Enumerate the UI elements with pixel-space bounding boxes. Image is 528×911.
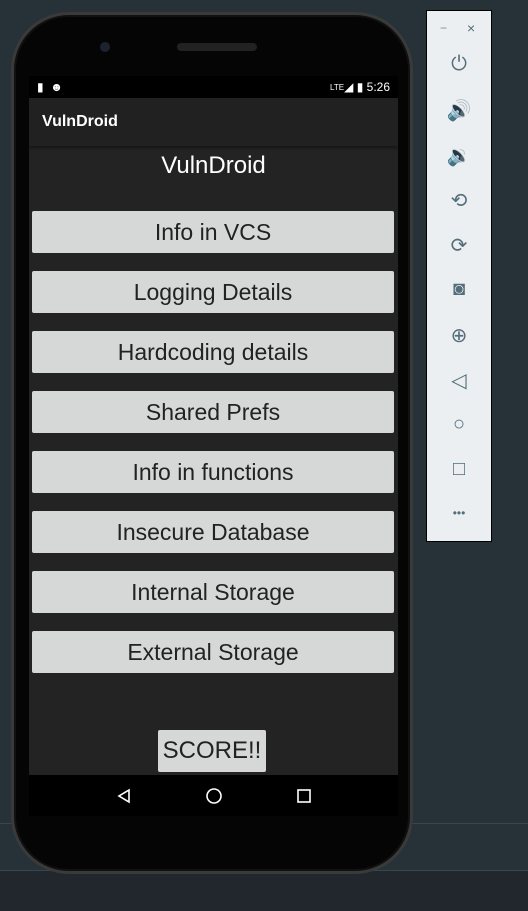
power-icon[interactable]: ⏻ xyxy=(427,53,491,76)
volume-up-icon[interactable]: 🔊 xyxy=(427,98,491,123)
recents-icon[interactable] xyxy=(296,788,312,804)
shared-prefs-button[interactable]: Shared Prefs xyxy=(32,391,394,433)
score-button[interactable]: SCORE!! xyxy=(158,730,266,772)
clock: 5:26 xyxy=(366,80,390,94)
status-bar: ▮ ☻ LTE ◢ ▮ 5:26 xyxy=(29,76,398,98)
page-heading: VulnDroid xyxy=(161,152,266,179)
signal-bars-icon: ◢ xyxy=(344,80,354,94)
app-bar: VulnDroid xyxy=(29,98,398,146)
back-icon[interactable] xyxy=(116,788,132,804)
info-in-vcs-button[interactable]: Info in VCS xyxy=(32,211,394,253)
home-icon[interactable] xyxy=(205,787,223,805)
home-icon[interactable]: ○ xyxy=(427,413,491,436)
emulator-toolbar: − × ⏻ 🔊 🔉 ⟲ ⟳ ◙ ⊕ ◁ ○ □ ••• xyxy=(426,10,492,542)
logging-details-button[interactable]: Logging Details xyxy=(32,271,394,313)
signal-icon: LTE xyxy=(330,82,345,92)
device-screen: ▮ ☻ LTE ◢ ▮ 5:26 VulnDroid VulnDroid Inf… xyxy=(29,76,398,816)
minimize-button[interactable]: − xyxy=(440,21,447,35)
speaker xyxy=(177,43,257,51)
rotate-left-icon[interactable]: ⟲ xyxy=(427,188,491,213)
navigation-bar xyxy=(29,775,398,816)
external-storage-button[interactable]: External Storage xyxy=(32,631,394,673)
overview-icon[interactable]: □ xyxy=(427,458,491,481)
more-icon[interactable]: ••• xyxy=(427,506,491,520)
back-icon[interactable]: ◁ xyxy=(427,368,491,393)
hardcoding-details-button[interactable]: Hardcoding details xyxy=(32,331,394,373)
close-button[interactable]: × xyxy=(467,20,475,36)
camera xyxy=(100,42,110,52)
zoom-icon[interactable]: ⊕ xyxy=(427,323,491,348)
app-title: VulnDroid xyxy=(42,113,118,130)
camera-screenshot-icon[interactable]: ◙ xyxy=(427,278,491,301)
volume-down-icon[interactable]: 🔉 xyxy=(427,143,491,168)
ide-status-bar xyxy=(0,870,528,911)
insecure-database-button[interactable]: Insecure Database xyxy=(32,511,394,553)
battery-icon: ▮ xyxy=(356,80,364,94)
android-icon: ☻ xyxy=(50,80,63,94)
sd-card-icon: ▮ xyxy=(37,80,44,94)
internal-storage-button[interactable]: Internal Storage xyxy=(32,571,394,613)
rotate-right-icon[interactable]: ⟳ xyxy=(427,233,491,258)
info-in-functions-button[interactable]: Info in functions xyxy=(32,451,394,493)
